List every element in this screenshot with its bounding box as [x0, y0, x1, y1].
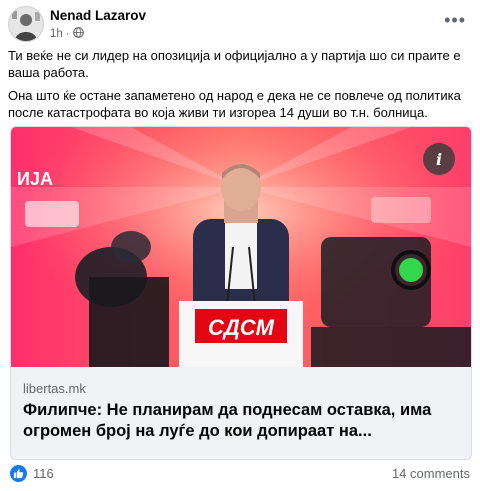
post-header: Nenad Lazarov 1h · ••• [8, 6, 472, 46]
post-paragraph: Она што ќе остане запаметено од народ е … [8, 88, 461, 120]
author-name[interactable]: Nenad Lazarov [50, 8, 146, 23]
comments-count-link[interactable]: 14 comments [392, 466, 470, 481]
more-options-icon[interactable]: ••• [444, 10, 466, 31]
globe-icon [72, 27, 84, 41]
reaction-summary[interactable]: 116 [10, 465, 54, 482]
link-domain: libertas.mk [23, 381, 86, 396]
reaction-count: 116 [33, 466, 54, 481]
link-preview-image[interactable]: ИЈА СДСМ i [11, 127, 471, 367]
info-icon[interactable]: i [423, 143, 455, 175]
post-time[interactable]: 1h [50, 28, 63, 40]
link-preview-card[interactable]: ИЈА СДСМ i libertas.mk Филипче: Не плани… [10, 126, 472, 460]
podium-logo-text: СДСМ [208, 315, 275, 340]
backdrop-text: ИЈА [17, 169, 53, 189]
link-headline[interactable]: Филипче: Не планирам да поднесам оставка… [23, 400, 463, 442]
post-meta: 1h · [50, 27, 84, 41]
avatar[interactable] [8, 6, 44, 42]
like-icon [10, 465, 27, 482]
post-body: Ти веќе не си лидер на опозиција и офици… [8, 47, 470, 127]
post-footer: 116 14 comments [10, 463, 470, 485]
post-paragraph: Ти веќе не си лидер на опозиција и офици… [8, 48, 461, 80]
